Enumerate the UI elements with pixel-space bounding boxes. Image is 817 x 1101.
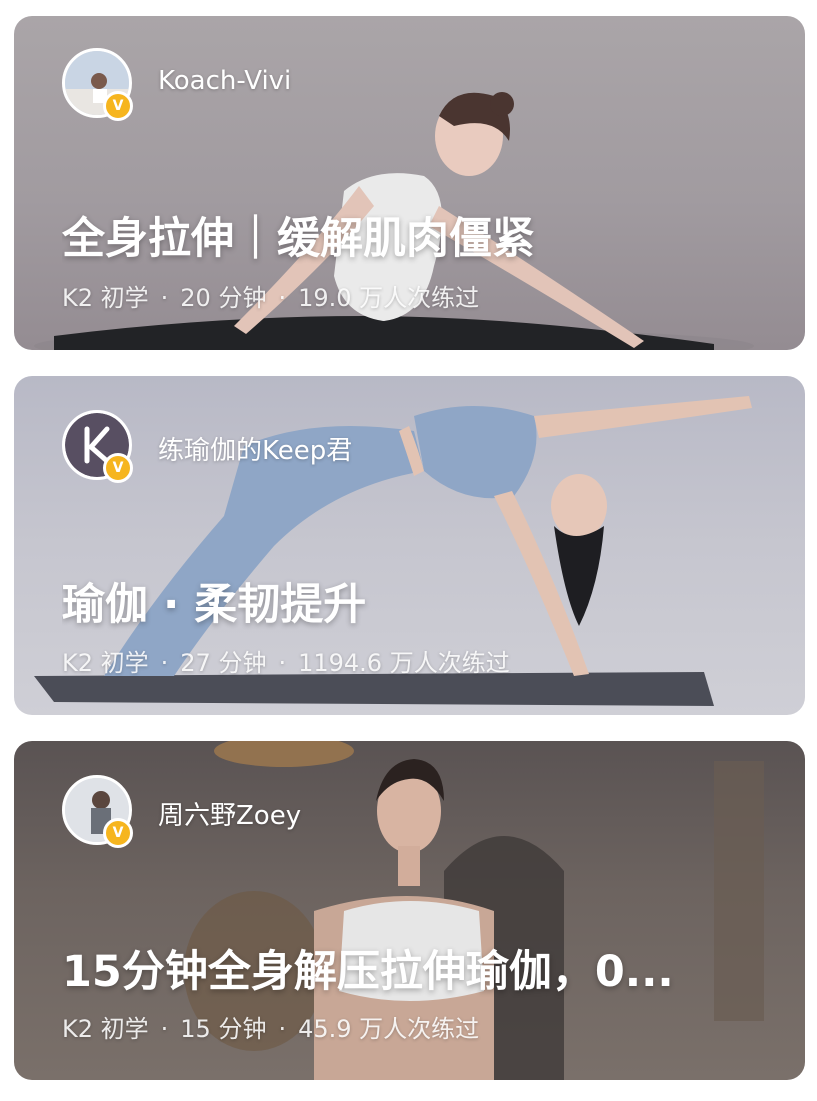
- separator-dot: ·: [278, 649, 287, 677]
- verified-badge-icon: V: [103, 818, 133, 848]
- course-duration: 27 分钟: [180, 649, 267, 677]
- course-card[interactable]: V 周六野Zoey 15分钟全身解压拉伸瑜伽，0... K2 初学 · 15 分钟 ·…: [14, 741, 805, 1080]
- separator-dot: ·: [278, 284, 287, 312]
- course-meta: K2 初学 · 27 分钟 · 1194.6 万人次练过: [62, 643, 510, 678]
- author-name[interactable]: 周六野Zoey: [158, 795, 301, 832]
- author-name[interactable]: 练瑜伽的Keep君: [158, 430, 352, 467]
- course-card[interactable]: V 练瑜伽的Keep君 瑜伽 · 柔韧提升 K2 初学 · 27 分钟 · 1194.6…: [14, 376, 805, 715]
- course-card[interactable]: V Koach-Vivi 全身拉伸｜缓解肌肉僵紧 K2 初学 · 20 分钟 · 19.…: [14, 16, 805, 350]
- course-title: 全身拉伸｜缓解肌肉僵紧: [62, 214, 535, 264]
- author-avatar[interactable]: V: [62, 410, 133, 483]
- course-duration: 15 分钟: [180, 1015, 267, 1043]
- separator-dot: ·: [160, 284, 169, 312]
- author-avatar[interactable]: V: [62, 775, 133, 848]
- separator-dot: ·: [160, 1015, 169, 1043]
- course-meta: K2 初学 · 15 分钟 · 45.9 万人次练过: [62, 1009, 479, 1044]
- author-avatar[interactable]: V: [62, 48, 133, 121]
- course-title: 15分钟全身解压拉伸瑜伽，0...: [62, 947, 674, 997]
- course-level: K2 初学: [62, 1015, 149, 1043]
- course-level: K2 初学: [62, 649, 149, 677]
- author-name[interactable]: Koach-Vivi: [158, 66, 291, 96]
- course-participants: 19.0 万人次练过: [298, 284, 480, 312]
- course-duration: 20 分钟: [180, 284, 267, 312]
- separator-dot: ·: [278, 1015, 287, 1043]
- course-participants: 1194.6 万人次练过: [298, 649, 510, 677]
- verified-badge-icon: V: [103, 453, 133, 483]
- course-meta: K2 初学 · 20 分钟 · 19.0 万人次练过: [62, 278, 479, 313]
- course-participants: 45.9 万人次练过: [298, 1015, 480, 1043]
- course-title: 瑜伽 · 柔韧提升: [62, 580, 367, 630]
- separator-dot: ·: [160, 649, 169, 677]
- verified-badge-icon: V: [103, 91, 133, 121]
- course-level: K2 初学: [62, 284, 149, 312]
